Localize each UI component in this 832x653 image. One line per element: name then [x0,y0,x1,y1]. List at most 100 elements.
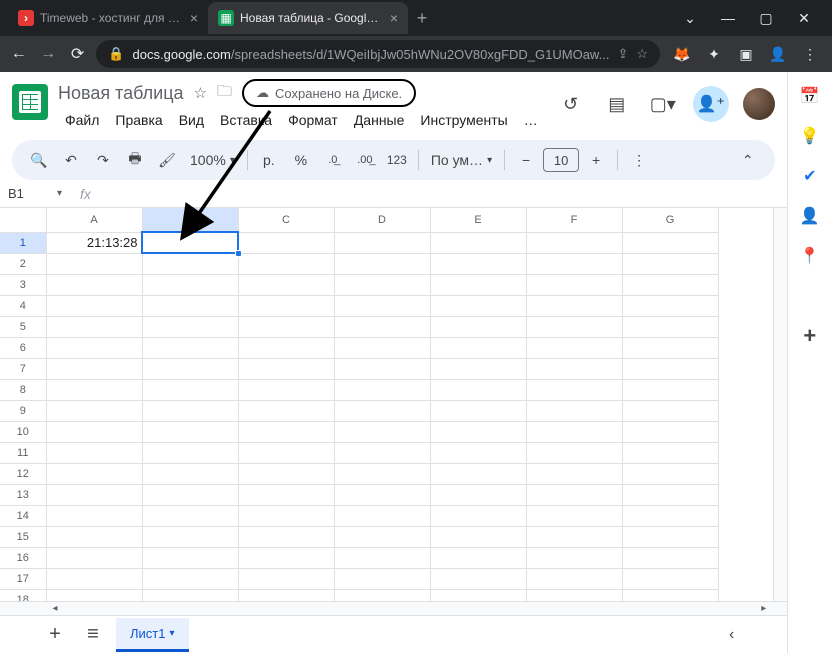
minimize-button[interactable]: — [718,10,738,27]
menu-file[interactable]: Файл [58,108,106,132]
cell-A3[interactable] [46,274,142,295]
doc-title[interactable]: Новая таблица [58,83,184,104]
cell-E17[interactable] [430,568,526,589]
cell-B3[interactable] [142,274,238,295]
browser-tab-0[interactable]: › Timeweb - хостинг для сайтов × [8,2,208,34]
cell-A14[interactable] [46,505,142,526]
cell-G4[interactable] [622,295,718,316]
cell-C12[interactable] [238,463,334,484]
menu-edit[interactable]: Правка [108,108,169,132]
cell-A16[interactable] [46,547,142,568]
cell-A8[interactable] [46,379,142,400]
cell-B6[interactable] [142,337,238,358]
cell-E8[interactable] [430,379,526,400]
cell-E5[interactable] [430,316,526,337]
all-sheets-button[interactable]: ≡ [78,620,108,650]
cell-E12[interactable] [430,463,526,484]
cell-F17[interactable] [526,568,622,589]
cell-F5[interactable] [526,316,622,337]
print-button[interactable]: 🖶 [120,145,150,175]
cell-G16[interactable] [622,547,718,568]
cell-D3[interactable] [334,274,430,295]
cell-F6[interactable] [526,337,622,358]
chevron-down-icon[interactable]: ▾ [57,188,62,199]
maps-icon[interactable]: 📍 [800,246,820,266]
cell-E18[interactable] [430,589,526,601]
cell-E16[interactable] [430,547,526,568]
increase-decimal-button[interactable]: .00̲ [350,145,380,175]
cell-D2[interactable] [334,253,430,274]
cell-G18[interactable] [622,589,718,601]
move-icon[interactable]: 🗀 [217,81,232,106]
cell-G10[interactable] [622,421,718,442]
scroll-right-button[interactable]: ▸ [755,602,773,615]
vertical-scrollbar[interactable] [773,208,787,601]
cell-C9[interactable] [238,400,334,421]
keep-icon[interactable]: 💡 [800,126,820,146]
column-header-D[interactable]: D [334,208,430,232]
row-header-11[interactable]: 11 [0,442,46,463]
cell-B11[interactable] [142,442,238,463]
row-header-18[interactable]: 18 [0,589,46,601]
cell-A2[interactable] [46,253,142,274]
cell-D14[interactable] [334,505,430,526]
menu-view[interactable]: Вид [172,108,211,132]
cell-G1[interactable] [622,232,718,253]
cell-D9[interactable] [334,400,430,421]
column-header-F[interactable]: F [526,208,622,232]
cell-C11[interactable] [238,442,334,463]
cell-E3[interactable] [430,274,526,295]
cell-E7[interactable] [430,358,526,379]
cell-F13[interactable] [526,484,622,505]
cell-F7[interactable] [526,358,622,379]
close-icon[interactable]: × [390,10,398,26]
row-header-6[interactable]: 6 [0,337,46,358]
cell-D10[interactable] [334,421,430,442]
cell-A18[interactable] [46,589,142,601]
zoom-select[interactable]: 100% ▾ [184,152,241,168]
cell-B7[interactable] [142,358,238,379]
grid-scroll[interactable]: ABCDEFG 121:13:2823456789101112131415161… [0,208,773,601]
cell-E2[interactable] [430,253,526,274]
cell-D5[interactable] [334,316,430,337]
cell-B13[interactable] [142,484,238,505]
cell-A9[interactable] [46,400,142,421]
cell-A5[interactable] [46,316,142,337]
cell-G6[interactable] [622,337,718,358]
cell-B18[interactable] [142,589,238,601]
kebab-menu-icon[interactable]: ⋮ [800,44,820,64]
reload-button[interactable]: ⟳ [67,40,88,68]
cell-A4[interactable] [46,295,142,316]
history-icon[interactable]: ↺ [555,88,587,120]
maximize-button[interactable]: ▢ [756,10,776,27]
cell-C6[interactable] [238,337,334,358]
cell-D18[interactable] [334,589,430,601]
url-input[interactable]: 🔒 docs.google.com /spreadsheets/d/1WQeiI… [96,40,660,68]
chevron-down-icon[interactable]: ▾ [169,628,174,639]
cell-A13[interactable] [46,484,142,505]
cell-B17[interactable] [142,568,238,589]
cell-D16[interactable] [334,547,430,568]
cell-D17[interactable] [334,568,430,589]
row-header-13[interactable]: 13 [0,484,46,505]
collapse-toolbar-button[interactable]: ⌃ [733,145,763,175]
browser-tab-1[interactable]: ▦ Новая таблица - Google Таблицы × [208,2,408,34]
percent-button[interactable]: % [286,145,316,175]
row-header-15[interactable]: 15 [0,526,46,547]
cell-G15[interactable] [622,526,718,547]
comments-icon[interactable]: ▤ [601,88,633,120]
cell-F16[interactable] [526,547,622,568]
cell-G3[interactable] [622,274,718,295]
row-header-3[interactable]: 3 [0,274,46,295]
cell-D4[interactable] [334,295,430,316]
cell-D13[interactable] [334,484,430,505]
meet-icon[interactable]: ▢▾ [647,88,679,120]
cell-B15[interactable] [142,526,238,547]
cell-G13[interactable] [622,484,718,505]
cell-E6[interactable] [430,337,526,358]
avatar[interactable] [743,88,775,120]
cell-E14[interactable] [430,505,526,526]
cell-E9[interactable] [430,400,526,421]
cell-G5[interactable] [622,316,718,337]
cell-C14[interactable] [238,505,334,526]
